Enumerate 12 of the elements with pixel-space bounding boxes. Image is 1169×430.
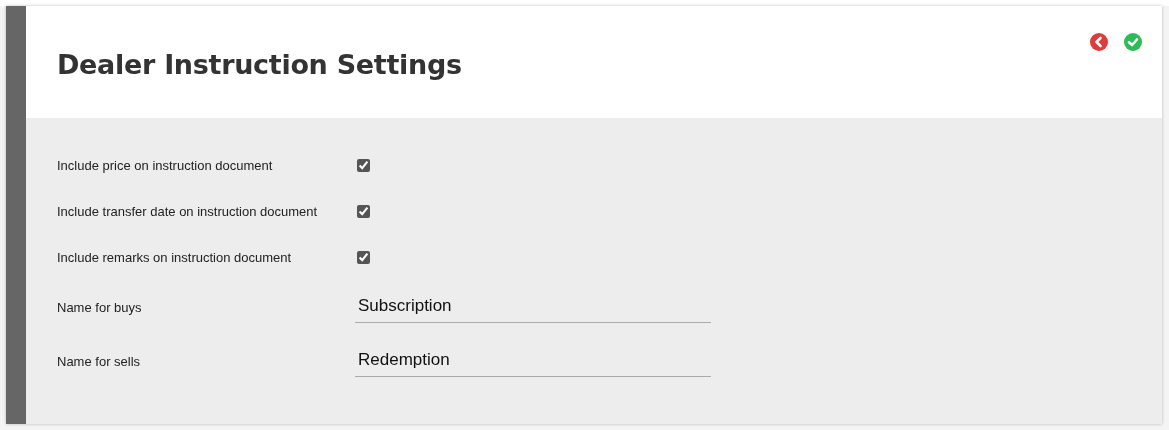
- input-field[interactable]: Subscription: [355, 291, 711, 323]
- setting-checkbox[interactable]: [357, 158, 370, 172]
- back-icon[interactable]: [1090, 33, 1108, 51]
- setting-label: Include price on instruction document: [57, 157, 274, 173]
- setting-checkbox[interactable]: [357, 204, 370, 218]
- setting-label: Include transfer date on instruction document: [57, 203, 319, 219]
- setting-label: Name for buys: [57, 299, 143, 315]
- setting-checkbox[interactable]: [357, 250, 370, 264]
- setting-label: Include remarks on instruction document: [57, 249, 293, 265]
- setting-label: Name for sells: [57, 353, 142, 369]
- input-field[interactable]: Redemption: [355, 345, 711, 377]
- page-title: Dealer Instruction Settings: [57, 47, 462, 80]
